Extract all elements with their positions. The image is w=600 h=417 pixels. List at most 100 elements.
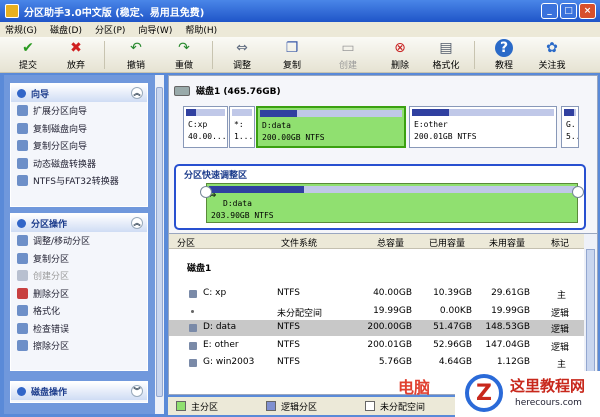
follow-icon: ✿ [546, 40, 558, 56]
discard-button[interactable]: ✖ 放弃 [56, 39, 96, 72]
main-panel: 磁盘1 (465.76GB) C:xp 40.00... *: 1... D:d… [168, 75, 598, 395]
scroll-thumb[interactable] [156, 87, 163, 397]
copy-icon [17, 252, 28, 264]
wizard-panel-header[interactable]: 向导 ︽ [11, 84, 147, 102]
copy-icon: ❐ [285, 40, 299, 56]
sidebar-item-wipe-partition[interactable]: 擦除分区 [11, 337, 147, 355]
wizard-panel: 向导 ︽ 扩展分区向导 复制磁盘向导 复制分区向导 动态磁盘转换器 NTFS与F… [10, 83, 148, 207]
panel-bullet-icon [17, 386, 26, 396]
resize-button[interactable]: ⇔ 调整 [222, 39, 262, 72]
create-icon [17, 270, 28, 282]
tutorial-button[interactable]: ? 教程 [484, 39, 524, 72]
legend-unallocated: 未分配空间 [365, 400, 425, 413]
create-button[interactable]: ▭ 创建 [328, 39, 368, 72]
sidebar-item-delete-partition[interactable]: 删除分区 [11, 285, 147, 303]
legend-swatch [176, 401, 186, 411]
watermark: Z 这里教程网 herecours.com [455, 371, 600, 417]
follow-me-button[interactable]: ✿ 关注我 [532, 39, 572, 72]
col-flag[interactable]: 标记 [551, 236, 569, 249]
usage-bar [564, 109, 574, 116]
sidebar-item-copy-partition[interactable]: 复制分区 [11, 250, 147, 268]
disk-header[interactable]: 磁盘1 (465.76GB) [174, 84, 281, 97]
col-used[interactable]: 已用容量 [429, 236, 465, 249]
disk-group-label: 磁盘1 [187, 264, 212, 274]
menu-wizard[interactable]: 向导(W) [138, 23, 172, 36]
format-button[interactable]: ▤ 格式化 [426, 39, 466, 72]
sidebar-scrollbar[interactable] [155, 75, 164, 414]
partition-icon [189, 359, 197, 367]
right-resize-handle[interactable] [572, 186, 584, 198]
menu-partition[interactable]: 分区(P) [95, 23, 125, 36]
watermark-url: herecours.com [515, 398, 582, 408]
maximize-button[interactable]: □ [560, 3, 577, 19]
col-total[interactable]: 总容量 [377, 236, 404, 249]
partition-table: 分区 文件系统 总容量 已用容量 未用容量 标记 磁盘1 C: xp NTFS … [169, 233, 597, 395]
sidebar-item-resize-move[interactable]: 调整/移动分区 [11, 232, 147, 250]
toolbar-separator [104, 41, 105, 69]
left-resize-handle[interactable] [200, 186, 212, 198]
format-icon: ▤ [439, 40, 453, 56]
sidebar-item-check-errors[interactable]: 检查错误 [11, 320, 147, 338]
format-icon [17, 305, 28, 317]
table-row[interactable]: G: win2003 NTFS 5.76GB 4.64GB 1.12GB 主 [169, 355, 584, 371]
col-free[interactable]: 未用容量 [489, 236, 525, 249]
legend-logical: 逻辑分区 [266, 400, 317, 413]
usage-bar [186, 109, 197, 116]
menu-help[interactable]: 帮助(H) [185, 23, 217, 36]
wipe-icon [17, 340, 28, 352]
partition-ops-header[interactable]: 分区操作 ︽ [11, 214, 147, 232]
expand-chevron-icon[interactable]: ︾ [131, 385, 143, 397]
watermark-logo: Z [465, 374, 503, 412]
close-button[interactable]: × [579, 3, 596, 19]
toolbar-separator [474, 41, 475, 69]
col-filesystem[interactable]: 文件系统 [281, 236, 317, 249]
sidebar-item-extend-partition-wizard[interactable]: 扩展分区向导 [11, 102, 147, 120]
menu-general[interactable]: 常规(G) [5, 23, 37, 36]
usage-bar [260, 110, 297, 117]
sidebar-item-ntfs-fat32-converter[interactable]: NTFS与FAT32转换器 [11, 172, 147, 190]
delete-button[interactable]: ⊗ 删除 [380, 39, 420, 72]
partition-icon [189, 342, 197, 350]
sidebar: 向导 ︽ 扩展分区向导 复制磁盘向导 复制分区向导 动态磁盘转换器 NTFS与F… [4, 75, 164, 414]
toolbar-separator [212, 41, 213, 69]
table-row[interactable]: E: other NTFS 200.01GB 52.96GB 147.04GB … [169, 338, 584, 354]
undo-button[interactable]: ↶ 撤销 [116, 39, 156, 72]
disk-ops-header[interactable]: 磁盘操作 ︾ [11, 382, 147, 400]
sidebar-item-format[interactable]: 格式化 [11, 302, 147, 320]
redo-button[interactable]: ↷ 重做 [164, 39, 204, 72]
partition-block-unallocated[interactable]: *: 1... [229, 106, 255, 148]
sidebar-item-create-partition[interactable]: 创建分区 [11, 267, 147, 285]
table-row[interactable]: 未分配空间 19.99GB 0.00KB 19.99GB 逻辑 [169, 304, 584, 320]
table-row-selected[interactable]: D: data NTFS 200.00GB 51.47GB 148.53GB 逻… [169, 320, 584, 336]
sidebar-item-dynamic-disk-converter[interactable]: 动态磁盘转换器 [11, 155, 147, 173]
collapse-chevron-icon[interactable]: ︽ [131, 217, 143, 229]
partition-icon [189, 324, 197, 332]
collapse-chevron-icon[interactable]: ︽ [131, 87, 143, 99]
disk-ops-panel: 磁盘操作 ︾ [10, 381, 148, 403]
copy-button[interactable]: ❐ 复制 [272, 39, 312, 72]
quick-resize-title: 分区快速调整区 [184, 171, 248, 181]
window-title: 分区助手3.0中文版 (稳定、易用且免费) [24, 7, 205, 19]
menu-disk[interactable]: 磁盘(D) [50, 23, 82, 36]
legend-swatch [266, 401, 277, 411]
partition-block-e[interactable]: E:other 200.01GB NTFS [409, 106, 557, 148]
partition-block-d[interactable]: D:data 200.00GB NTFS [256, 106, 406, 148]
col-partition[interactable]: 分区 [177, 236, 195, 249]
table-row[interactable]: C: xp NTFS 40.00GB 10.39GB 29.61GB 主 [169, 286, 584, 302]
scroll-thumb[interactable] [586, 249, 595, 379]
menu-bar: 常规(G) 磁盘(D) 分区(P) 向导(W) 帮助(H) [0, 22, 600, 37]
submit-button[interactable]: ✔ 提交 [8, 39, 48, 72]
partition-block-g[interactable]: G. 5... [561, 106, 579, 148]
sidebar-item-copy-partition-wizard[interactable]: 复制分区向导 [11, 137, 147, 155]
usage-bar [412, 109, 449, 116]
minimize-button[interactable]: _ [541, 3, 558, 19]
toolbar: ✔ 提交 ✖ 放弃 ↶ 撤销 ↷ 重做 ⇔ 调整 ❐ 复制 ▭ 创建 ⊗ 删除 … [0, 37, 600, 73]
quick-resize-panel: 分区快速调整区 D:data 203.90GB NTFS ⇔ [174, 164, 586, 230]
disk-icon [174, 85, 190, 96]
delete-icon: ⊗ [394, 40, 406, 56]
usage-bar [209, 186, 305, 193]
sidebar-item-copy-disk-wizard[interactable]: 复制磁盘向导 [11, 120, 147, 138]
x-icon: ✖ [70, 40, 82, 56]
quick-resize-partition[interactable]: D:data 203.90GB NTFS [206, 183, 578, 223]
partition-block-c[interactable]: C:xp 40.00... [183, 106, 228, 148]
